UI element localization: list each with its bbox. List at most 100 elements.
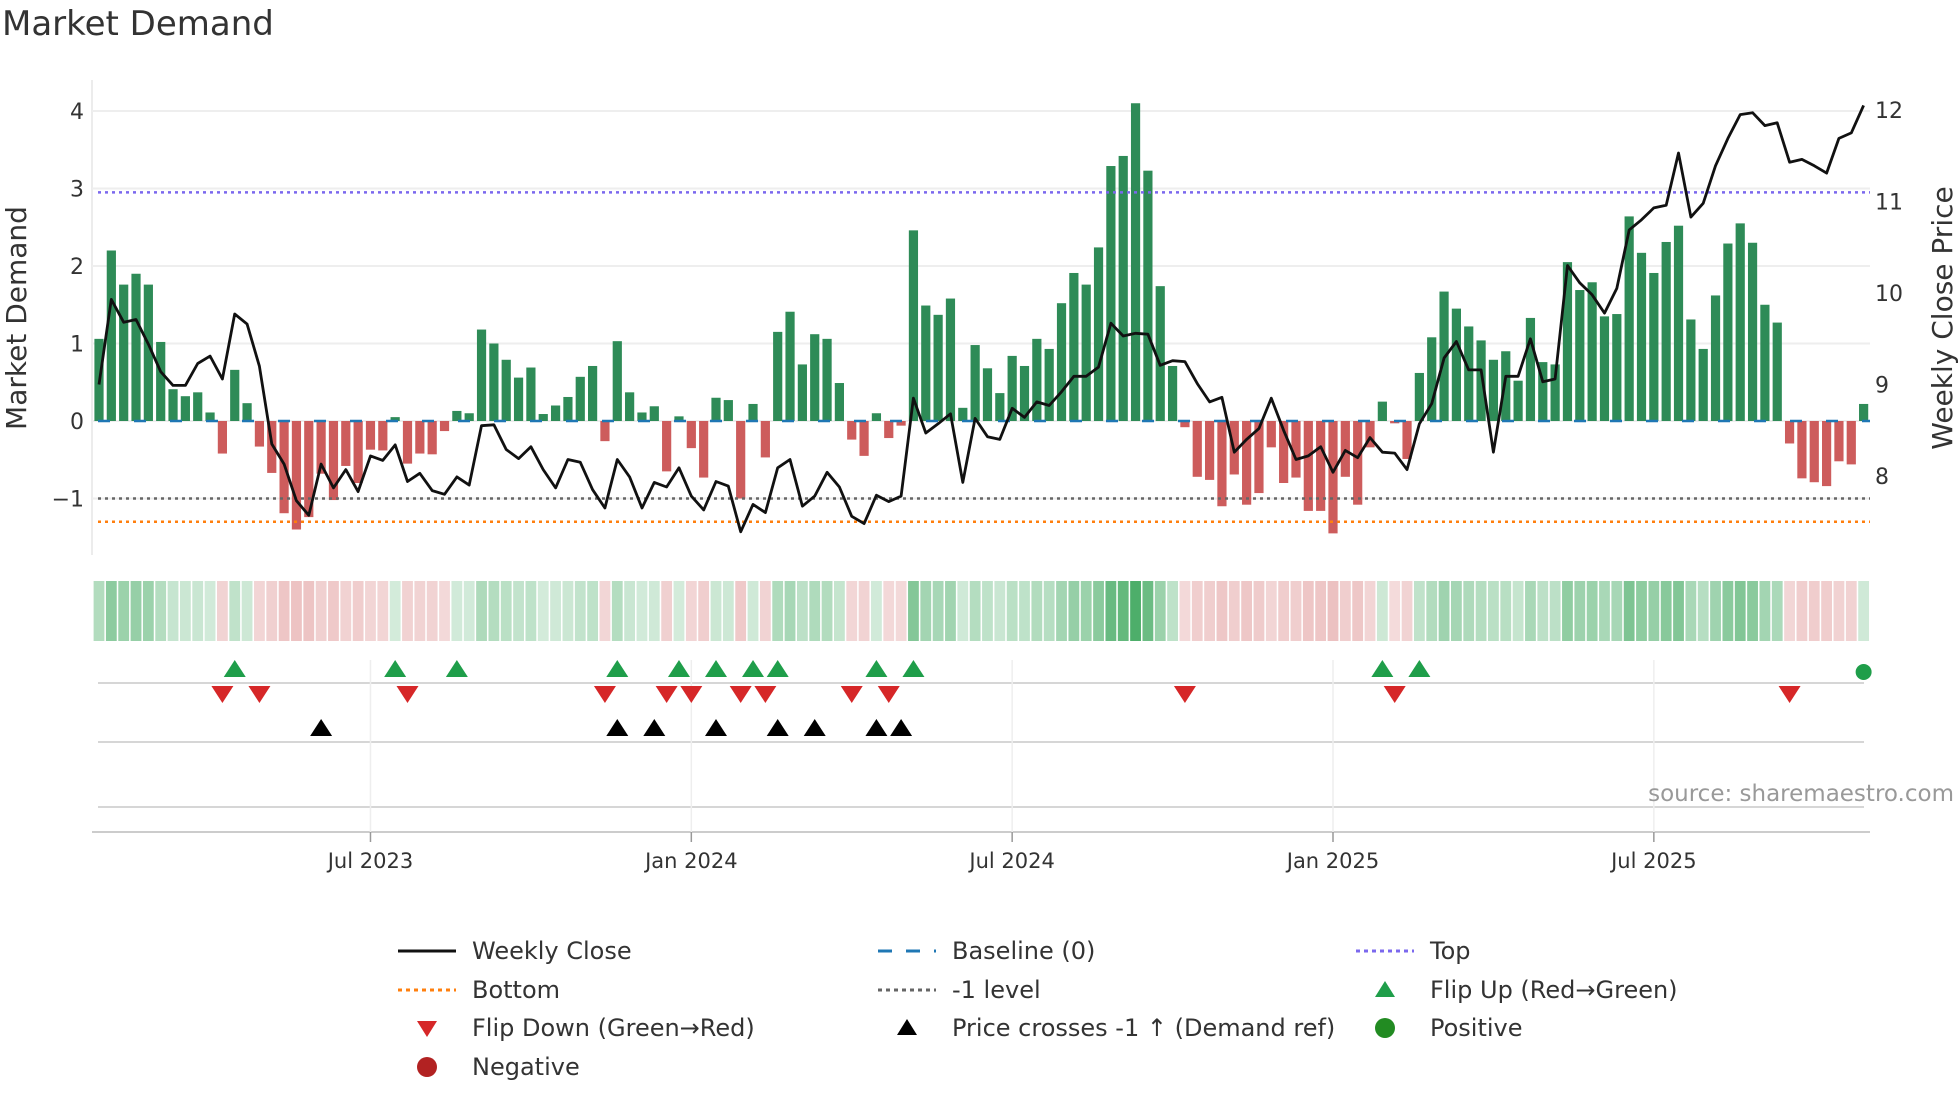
flip-down-marker [248,686,271,703]
heat-strip-cell [1339,581,1351,641]
demand-bar [1192,421,1202,477]
demand-bar [982,368,993,421]
flip-down-marker [593,686,616,703]
demand-bar [415,421,425,454]
demand-bar [563,396,573,421]
demand-bar [1340,421,1350,477]
heat-strip-cell [537,581,549,641]
y-tick-label: −1 [52,488,84,513]
heat-strip-cell [476,581,487,641]
demand-bar [1797,421,1807,479]
heat-strip-cell [192,581,204,641]
flip-down-marker [729,686,752,703]
flip-up-marker [865,660,888,677]
demand-bar [242,403,252,421]
demand-bar [353,421,363,483]
heat-strip-cell [303,581,315,641]
heat-strip-cell [1191,581,1203,641]
demand-bar [1093,247,1104,421]
demand-bar [156,341,166,421]
demand-bar [550,405,561,421]
heat-strip-cell [1475,581,1487,641]
heat-strip-cell [1031,581,1043,641]
heat-strip-cell [1352,581,1364,641]
heat-strip-cell [908,581,919,641]
y-tick-label: 1 [70,333,84,358]
demand-bar [1822,421,1832,487]
heat-strip-cell [994,581,1006,641]
heat-strip-cell [673,581,685,641]
demand-bar [1069,272,1079,421]
demand-bar [489,343,499,421]
heat-strip-cell [1389,581,1401,641]
demand-bar [1735,223,1745,421]
demand-bar [1846,421,1856,465]
demand-bar [501,359,511,421]
demand-bar [230,369,240,421]
heat-strip-cell [1228,581,1240,641]
heat-strip-cell [130,581,142,641]
heat-strip-cell [93,581,105,641]
heat-strip-cell [1759,581,1771,641]
heat-strip-cell [1154,581,1166,641]
demand-bar [834,383,844,421]
heat-strip-cell [1204,581,1215,641]
heat-strip-cell [562,581,574,641]
heat-strip-cell [1796,581,1808,641]
heat-strip-cell [377,581,389,641]
demand-bar [1044,348,1054,421]
heat-strip-cell [1673,581,1684,641]
demand-bar [427,421,437,455]
demand-bar [575,376,585,421]
heat-strip-cell [402,581,413,641]
demand-bar [1414,372,1424,421]
x-tick-label: Jul 2024 [967,849,1054,873]
y2-tick-label: 10 [1875,282,1903,307]
heat-strip-cell [426,581,438,641]
demand-bar [526,367,536,421]
price-cross-marker [606,719,629,736]
heat-strip-cell [525,581,537,641]
demand-bar [1205,421,1215,480]
heat-strip-cell [1056,581,1067,641]
demand-bar [797,364,807,421]
heat-strip-cell [895,581,907,641]
demand-bar [1612,314,1622,421]
heat-strip-cell [1636,581,1647,641]
heat-strip-cell [1117,581,1129,641]
y2-axis-title: Weekly Close Price [1926,186,1959,449]
demand-bar [1501,351,1511,421]
heat-strip-cell [513,581,524,641]
demand-bar [637,412,647,421]
heat-strip-cell [599,581,611,641]
flip-up-marker [1408,660,1431,677]
heat-strip-cell [661,581,673,641]
demand-bar [1081,284,1091,421]
heat-strip-cell [809,581,821,641]
heat-strip-cell [1549,581,1561,641]
flip-down-marker [211,686,234,703]
demand-bar [945,298,956,421]
flip-up-marker [705,660,727,677]
heat-strip-cell [414,581,426,641]
demand-bar [131,273,141,421]
flip-up-marker [1371,660,1394,677]
y-tick-label: 0 [70,410,84,435]
heat-strip-cell [352,581,364,641]
heat-strip-cell [1327,581,1339,641]
demand-bar [1636,252,1647,421]
demand-bar [1859,403,1869,421]
heat-strip-cell [1500,581,1512,641]
heat-strip-cell [969,581,981,641]
heat-strip-cell [1142,581,1154,641]
demand-bar [785,311,795,421]
demand-bar [686,421,696,449]
demand-bar [884,421,894,439]
heat-strip-cell [1265,581,1277,641]
heat-strip-cell [217,581,228,641]
price-cross-marker [310,719,333,736]
heat-strip-cell [1488,581,1499,641]
heat-strip-cell [846,581,858,641]
heat-strip-cell [945,581,956,641]
flip-down-marker [396,686,419,703]
